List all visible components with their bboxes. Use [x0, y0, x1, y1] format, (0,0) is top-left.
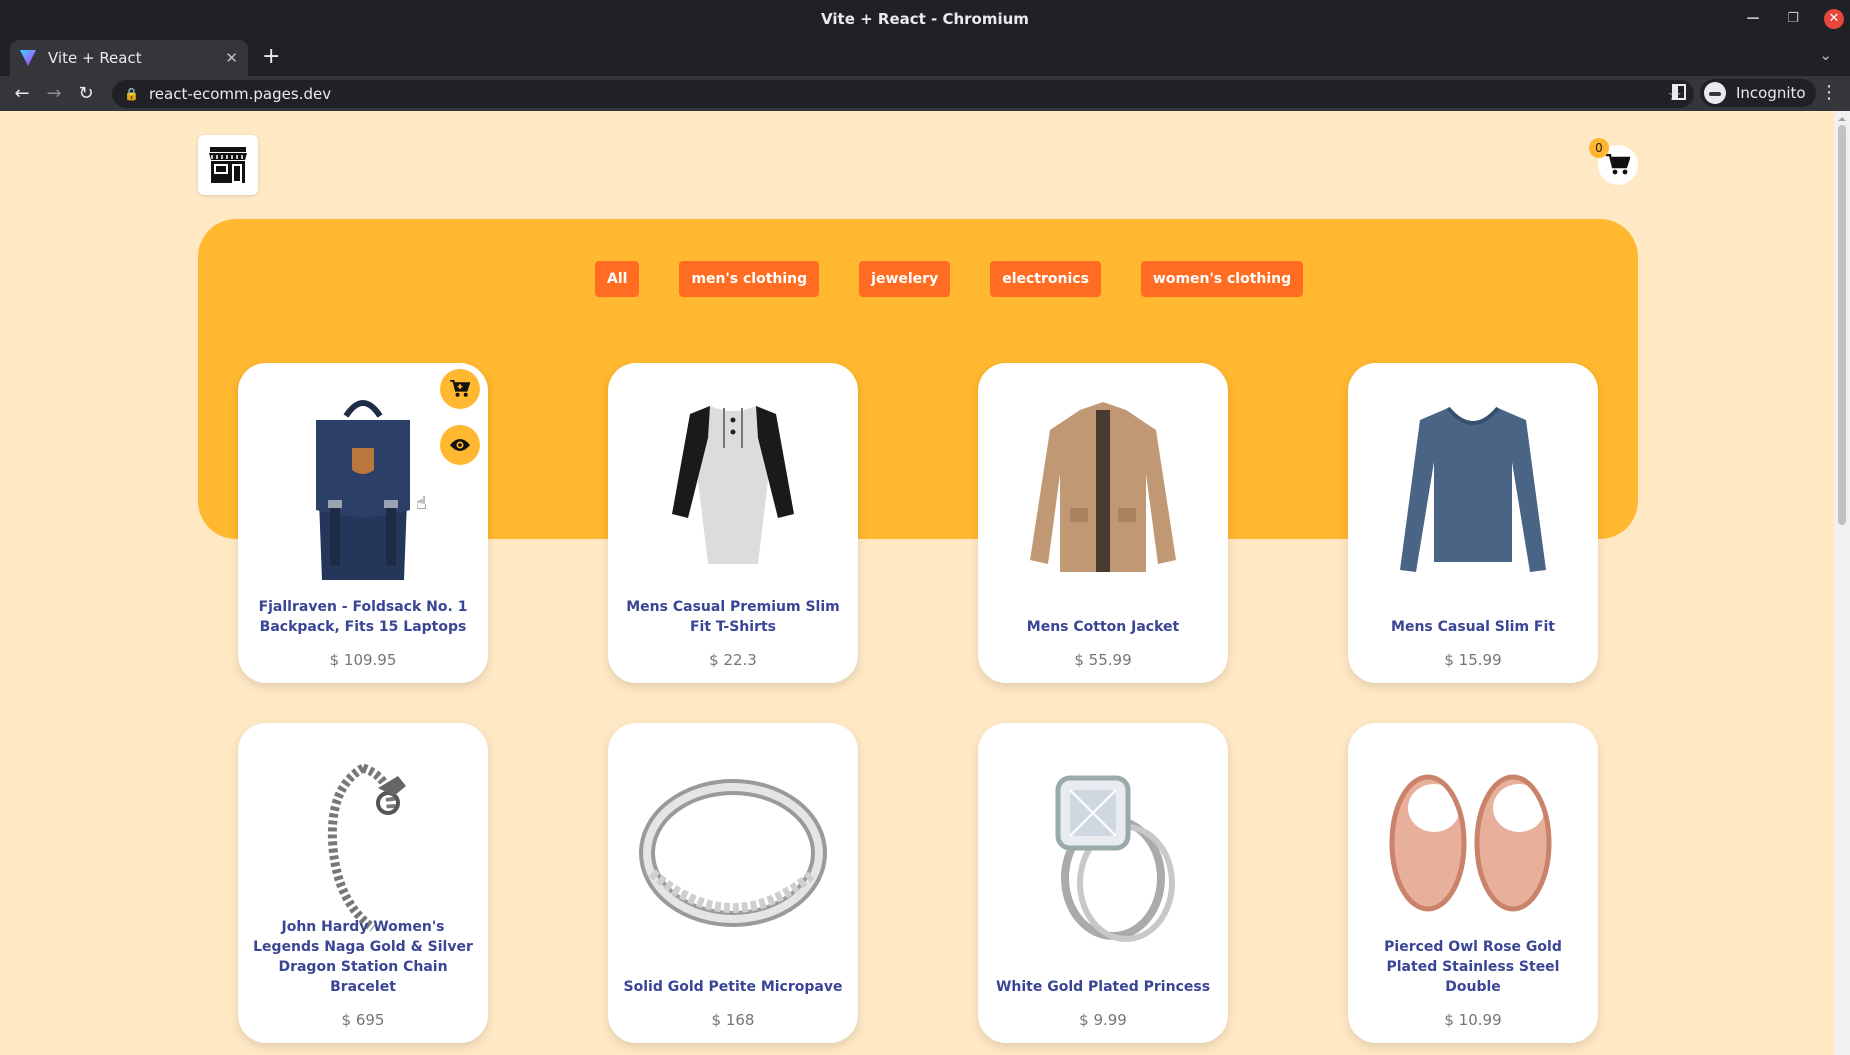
add-cart-icon [450, 380, 470, 397]
side-panel-icon[interactable] [1672, 84, 1686, 100]
window-controls: — ❐ ✕ [1744, 0, 1844, 38]
eye-icon [450, 439, 470, 451]
product-name[interactable]: White Gold Plated Princess [990, 977, 1216, 997]
product-name[interactable]: Mens Casual Premium Slim Fit T-Shirts [620, 597, 846, 637]
jacket-image [1030, 402, 1176, 572]
product-name[interactable]: Solid Gold Petite Micropave [620, 977, 846, 997]
bracelet-image [327, 763, 406, 932]
product-price: $ 10.99 [1444, 1011, 1502, 1029]
tab-search-icon[interactable]: ⌄ [1819, 46, 1832, 64]
product-card[interactable]: Mens Casual Slim Fit $ 15.99 [1348, 363, 1598, 683]
restore-icon[interactable]: ❐ [1784, 0, 1802, 38]
browser-tab[interactable]: Vite + React ✕ [10, 40, 248, 76]
filter-womens-clothing-button[interactable]: women's clothing [1140, 261, 1304, 297]
product-price: $ 15.99 [1444, 651, 1502, 669]
product-name[interactable]: Mens Cotton Jacket [990, 617, 1216, 637]
minimize-icon[interactable]: — [1744, 0, 1762, 38]
product-name[interactable]: John Hardy Women's Legends Naga Gold & S… [250, 917, 476, 997]
incognito-indicator[interactable]: Incognito [1700, 79, 1816, 107]
product-card[interactable]: John Hardy Women's Legends Naga Gold & S… [238, 723, 488, 1043]
incognito-label: Incognito [1736, 84, 1806, 102]
address-bar[interactable]: 🔒 react-ecomm.pages.dev ☆ [112, 80, 1694, 108]
product-price: $ 9.99 [1079, 1011, 1127, 1029]
product-price: $ 168 [711, 1011, 755, 1029]
product-card[interactable]: Pierced Owl Rose Gold Plated Stainless S… [1348, 723, 1598, 1043]
product-card[interactable]: Fjallraven - Foldsack No. 1 Backpack, Fi… [238, 363, 488, 683]
vite-favicon-icon [20, 50, 36, 66]
filter-jewelery-button[interactable]: jewelery [859, 261, 951, 297]
product-name[interactable]: Mens Casual Slim Fit [1360, 617, 1586, 637]
filter-all-button[interactable]: All [595, 261, 640, 297]
browser-toolbar: ← → ↻ 🔒 react-ecomm.pages.dev ☆ Incognit… [0, 76, 1850, 111]
back-arrow-icon[interactable]: ← [6, 83, 38, 104]
scroll-up-icon[interactable] [1838, 113, 1846, 121]
store-logo[interactable] [198, 135, 258, 195]
tab-close-icon[interactable]: ✕ [225, 49, 238, 67]
ear-tunnels-image [1389, 774, 1552, 912]
filter-mens-clothing-button[interactable]: men's clothing [679, 261, 820, 297]
category-filters: All men's clothing jewelery electronics … [595, 261, 1304, 297]
product-name[interactable]: Pierced Owl Rose Gold Plated Stainless S… [1360, 937, 1586, 997]
product-price: $ 55.99 [1074, 651, 1132, 669]
cart-count-badge: 0 [1589, 138, 1609, 158]
window-titlebar: Vite + React - Chromium — ❐ ✕ [0, 0, 1850, 38]
incognito-icon [1704, 82, 1726, 104]
product-price: $ 695 [341, 1011, 385, 1029]
tab-strip: Vite + React ✕ + ⌄ [0, 38, 1850, 76]
forward-arrow-icon[interactable]: → [38, 83, 70, 104]
product-card[interactable]: Mens Casual Premium Slim Fit T-Shirts $ … [608, 363, 858, 683]
product-card[interactable]: White Gold Plated Princess $ 9.99 [978, 723, 1228, 1043]
window-title: Vite + React - Chromium [821, 10, 1029, 28]
hand-pointer-icon: ☝ [416, 493, 427, 514]
product-card[interactable]: Solid Gold Petite Micropave $ 168 [608, 723, 858, 1043]
product-name[interactable]: Fjallraven - Foldsack No. 1 Backpack, Fi… [250, 597, 476, 637]
url-text[interactable]: react-ecomm.pages.dev [149, 85, 331, 103]
scrollbar-thumb[interactable] [1838, 125, 1846, 525]
raglan-shirt-image [672, 406, 794, 564]
view-details-button[interactable] [440, 425, 480, 465]
filter-electronics-button[interactable]: electronics [990, 261, 1101, 297]
new-tab-button[interactable]: + [262, 44, 280, 69]
page-content: 0 All men's clothing jewelery electronic… [0, 111, 1834, 1055]
reload-icon[interactable]: ↻ [70, 83, 102, 104]
backpack-image [316, 400, 410, 580]
cart-icon [1606, 154, 1630, 175]
product-card[interactable]: Mens Cotton Jacket $ 55.99 [978, 363, 1228, 683]
ring-image [639, 779, 827, 927]
close-window-icon[interactable]: ✕ [1824, 9, 1844, 29]
add-to-cart-button[interactable] [440, 369, 480, 409]
tab-title: Vite + React [48, 49, 142, 67]
storefront-icon [209, 147, 247, 183]
product-price: $ 22.3 [709, 651, 757, 669]
engagement-ring-image [1055, 775, 1175, 942]
longsleeve-shirt-image [1400, 406, 1546, 572]
lock-icon[interactable]: 🔒 [124, 87, 139, 101]
product-price: $ 109.95 [329, 651, 397, 669]
page-scrollbar[interactable] [1834, 111, 1850, 1055]
more-menu-icon[interactable]: ⋮ [1820, 82, 1838, 103]
